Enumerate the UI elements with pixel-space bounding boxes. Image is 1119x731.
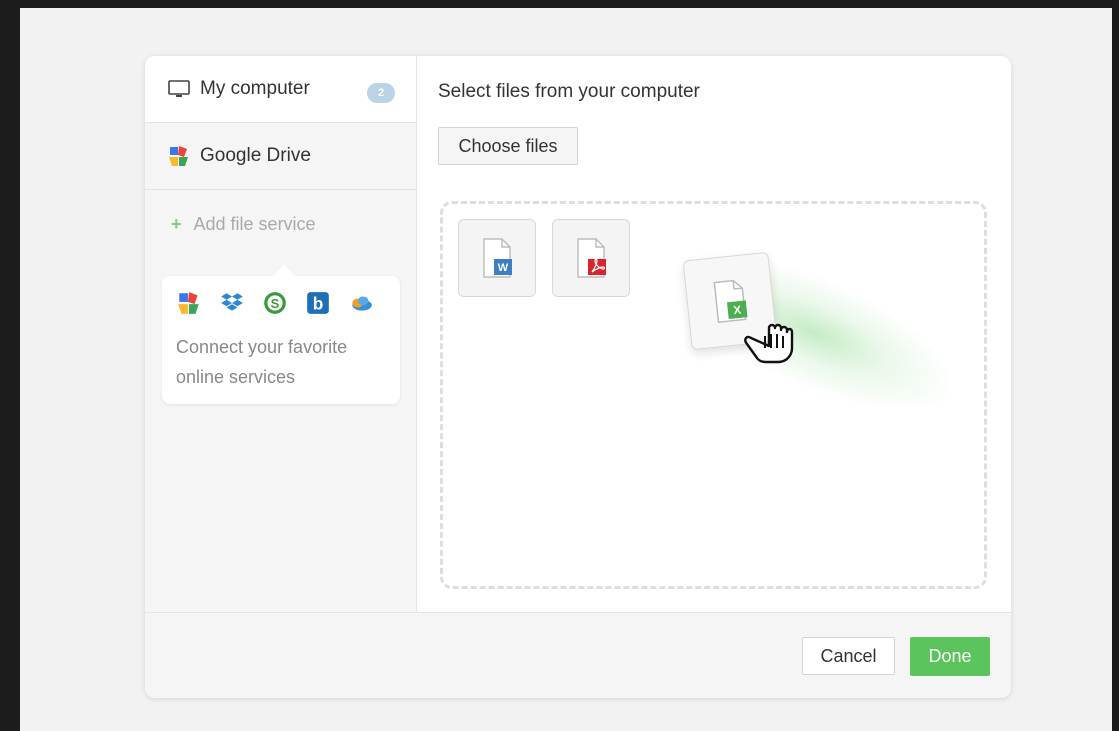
- connect-services-text: Connect your favorite online services: [176, 337, 348, 387]
- sidebar-item-label: My computer: [200, 78, 310, 99]
- cancel-button[interactable]: Cancel: [802, 637, 895, 675]
- dropbox-icon[interactable]: [219, 290, 245, 316]
- dialog-footer: Cancel Done: [145, 612, 1011, 698]
- svg-text:W: W: [498, 262, 509, 274]
- add-file-service-link[interactable]: + Add file service: [171, 214, 316, 235]
- monitor-icon: [167, 77, 191, 101]
- sidebar-item-my-computer[interactable]: My computer 2: [145, 56, 416, 123]
- pdf-file-tile[interactable]: [552, 219, 630, 297]
- page-title: Select files from your computer: [438, 81, 700, 102]
- google-drive-icon[interactable]: [176, 290, 202, 316]
- box-icon[interactable]: b: [305, 290, 331, 316]
- file-count-badge: 2: [367, 83, 395, 103]
- sidebar-item-google-drive[interactable]: Google Drive: [145, 123, 416, 190]
- svg-text:S: S: [271, 296, 280, 311]
- grab-hand-cursor-icon: [743, 314, 797, 369]
- file-picker-dialog: My computer 2 Google Drive + Add file se…: [145, 56, 1011, 698]
- svg-text:X: X: [733, 305, 742, 318]
- svg-text:b: b: [313, 294, 324, 314]
- done-button[interactable]: Done: [910, 637, 990, 676]
- choose-files-button[interactable]: Choose files: [438, 127, 578, 165]
- service-icons-row: S b: [176, 290, 374, 316]
- add-file-service-label: Add file service: [193, 214, 316, 234]
- google-drive-icon: [167, 144, 191, 168]
- connect-services-card: S b Connect your favorite online service…: [162, 276, 400, 404]
- sidebar-item-label: Google Drive: [200, 145, 311, 166]
- skydrive-icon[interactable]: [348, 290, 374, 316]
- sidebar: My computer 2 Google Drive + Add file se…: [145, 56, 417, 612]
- sugarsync-icon[interactable]: S: [262, 290, 288, 316]
- word-file-tile[interactable]: W: [458, 219, 536, 297]
- plus-icon: +: [171, 214, 182, 234]
- pdf-document-icon: [577, 238, 606, 278]
- page-background: My computer 2 Google Drive + Add file se…: [20, 8, 1112, 731]
- word-document-icon: W: [483, 238, 512, 278]
